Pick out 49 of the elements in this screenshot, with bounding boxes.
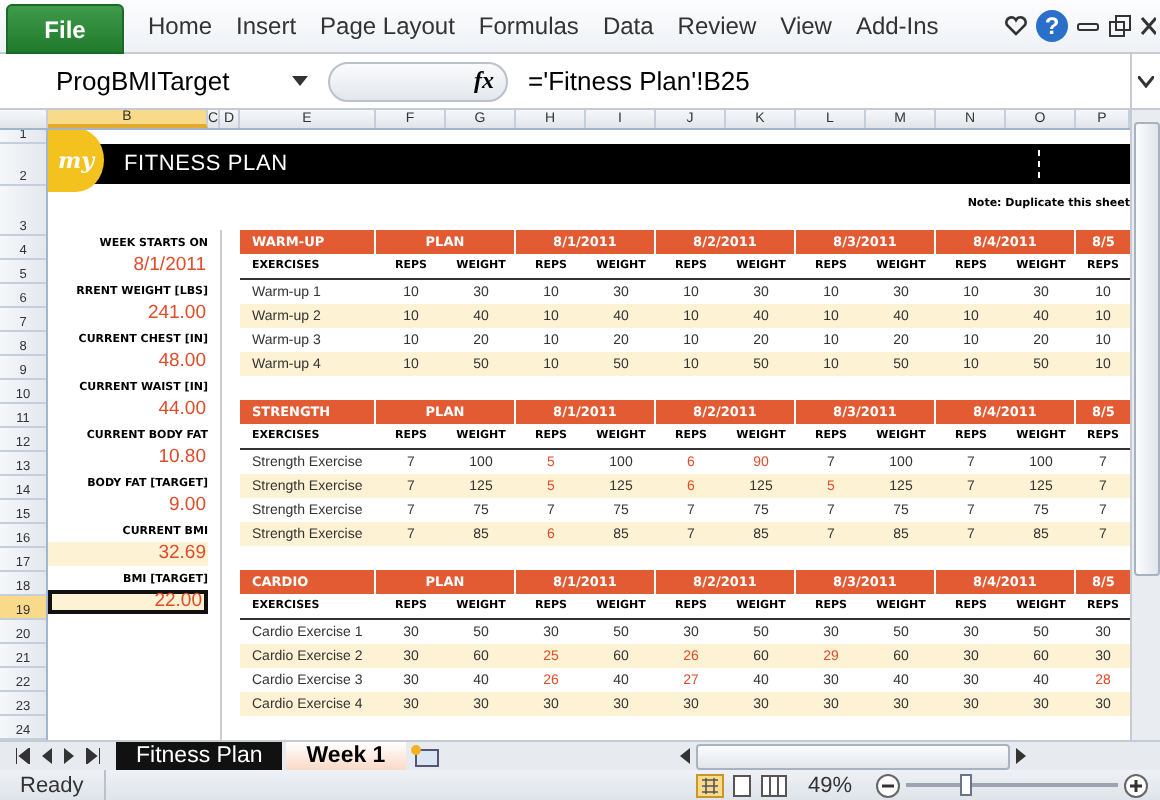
stat-value[interactable]: 32.69 <box>48 542 208 566</box>
scroll-thumb[interactable] <box>696 743 1010 769</box>
ribbon-tab[interactable]: Formulas <box>466 12 591 40</box>
stat-value[interactable]: 22.00 <box>48 590 208 614</box>
formula-field[interactable]: ='Fitness Plan'!B25 <box>528 66 1130 96</box>
file-tab[interactable]: File <box>6 4 124 54</box>
stat-value[interactable]: 44.00 <box>48 398 208 422</box>
status-text: Ready <box>0 770 106 800</box>
slider-thumb[interactable] <box>960 774 972 796</box>
insert-function-button[interactable]: fx <box>474 66 494 96</box>
close-icon[interactable] <box>1140 14 1156 38</box>
stat-value[interactable]: 9.00 <box>48 494 208 518</box>
page-break-icon[interactable] <box>759 773 788 797</box>
first-sheet-icon[interactable] <box>16 748 30 764</box>
zoom-level[interactable]: 49% <box>807 773 852 797</box>
dashed-line-icon <box>1038 149 1042 178</box>
scroll-left-icon[interactable] <box>680 748 690 764</box>
heart-icon[interactable] <box>1004 14 1028 38</box>
stat-value[interactable]: 10.80 <box>48 446 208 470</box>
expand-icon[interactable] <box>1138 75 1154 87</box>
last-sheet-icon[interactable] <box>86 748 100 764</box>
ribbon-tab[interactable]: Data <box>590 12 666 40</box>
ribbon-tab[interactable]: Add-Ins <box>843 12 951 40</box>
zoom-out-icon[interactable] <box>876 773 900 797</box>
restore-icon[interactable] <box>1108 14 1132 38</box>
sheet-tab[interactable]: Fitness Plan <box>116 742 283 770</box>
normal-view-icon[interactable] <box>695 773 724 797</box>
caret-icon[interactable] <box>292 76 308 86</box>
ribbon-tab[interactable]: View <box>768 12 844 40</box>
sheet-title: FITNESS PLAN <box>124 151 288 176</box>
scroll-right-icon[interactable] <box>1016 748 1026 764</box>
new-sheet-icon[interactable] <box>409 744 442 768</box>
vertical-scrollbar[interactable] <box>1130 110 1160 740</box>
logo: my <box>48 130 104 192</box>
ribbon-tab[interactable]: Page Layout <box>308 12 467 40</box>
stat-value[interactable]: 8/1/2011 <box>48 254 208 278</box>
previous-sheet-icon[interactable] <box>42 748 52 764</box>
scroll-thumb[interactable] <box>1133 122 1159 576</box>
help-button[interactable]: ? <box>1036 10 1068 42</box>
ribbon-tab[interactable]: Review <box>665 12 769 40</box>
zoom-in-icon[interactable] <box>1124 773 1148 797</box>
stat-value[interactable]: 241.00 <box>48 302 208 326</box>
name-box[interactable]: ProgBMITarget <box>0 59 320 103</box>
stat-value[interactable]: 48.00 <box>48 350 208 374</box>
ribbon-tab[interactable]: Insert <box>224 12 309 40</box>
sheet-tab[interactable]: Week 1 <box>286 742 406 770</box>
ribbon-tab[interactable]: Home <box>136 12 225 40</box>
next-sheet-icon[interactable] <box>64 748 74 764</box>
page-layout-icon[interactable] <box>729 773 754 797</box>
